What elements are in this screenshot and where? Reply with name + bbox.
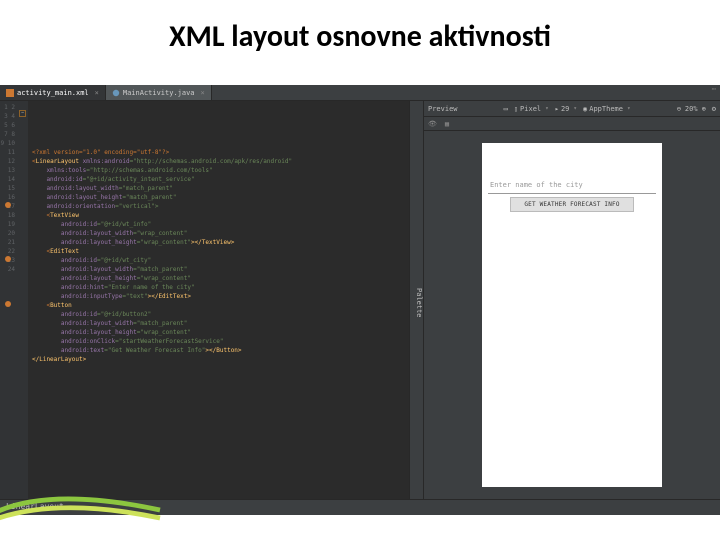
- close-icon[interactable]: ×: [95, 89, 99, 97]
- breadcrumb-bar[interactable]: LinearLayout: [0, 499, 720, 515]
- line-number-gutter: 1 2 3 4 5 6 7 8 9 10 11 12 13 14 15 16 1…: [0, 101, 18, 499]
- warning-icon: [5, 256, 11, 262]
- warning-icon: [5, 301, 11, 307]
- fold-toggle[interactable]: −: [19, 110, 26, 117]
- device-selector[interactable]: ▯ Pixel: [514, 105, 549, 113]
- tab-label: MainActivity.java: [123, 89, 195, 97]
- java-file-icon: [112, 89, 120, 97]
- palette-tool-tab[interactable]: Palette: [410, 101, 424, 499]
- api-selector[interactable]: ▸ 29: [555, 105, 577, 113]
- warning-icon: [5, 202, 11, 208]
- eye-icon[interactable]: 👁: [428, 120, 437, 128]
- preview-edittext: Enter name of the city: [488, 177, 656, 194]
- tab-main-activity-java[interactable]: MainActivity.java ×: [106, 85, 212, 100]
- preview-title: Preview: [428, 105, 458, 113]
- blueprint-icon[interactable]: ▦: [445, 120, 449, 128]
- orientation-icon[interactable]: ▭: [504, 105, 508, 113]
- preview-canvas[interactable]: Enter name of the city GET WEATHER FOREC…: [424, 131, 720, 499]
- device-frame: Enter name of the city GET WEATHER FOREC…: [482, 143, 662, 487]
- tab-label: activity_main.xml: [17, 89, 89, 97]
- preview-view-options: 👁 ▦: [424, 117, 720, 131]
- xml-file-icon: [6, 89, 14, 97]
- preview-button: GET WEATHER FORECAST INFO: [510, 197, 634, 212]
- fold-gutter: −: [18, 101, 28, 499]
- layout-preview-pane: Palette Preview ▭ ▯ Pixel ▸ 29 ◉ AppThem…: [410, 101, 720, 499]
- code-area[interactable]: <?xml version="1.0" encoding="utf-8"?> <…: [28, 101, 409, 499]
- code-editor[interactable]: 1 2 3 4 5 6 7 8 9 10 11 12 13 14 15 16 1…: [0, 101, 410, 499]
- zoom-in-button[interactable]: ⊕: [702, 105, 706, 113]
- theme-selector[interactable]: ◉ AppTheme: [583, 105, 631, 113]
- editor-tab-bar: activity_main.xml × MainActivity.java × …: [0, 85, 720, 101]
- zoom-level: 20%: [685, 105, 698, 113]
- tab-activity-main-xml[interactable]: activity_main.xml ×: [0, 85, 106, 100]
- ide-window: activity_main.xml × MainActivity.java × …: [0, 85, 720, 515]
- slide-title: XML layout osnovne aktivnosti: [0, 0, 720, 65]
- tab-overflow-icon[interactable]: ⋯: [708, 85, 720, 100]
- preview-toolbar: Preview ▭ ▯ Pixel ▸ 29 ◉ AppTheme ⊖ 20% …: [424, 101, 720, 117]
- zoom-out-button[interactable]: ⊖: [677, 105, 681, 113]
- close-icon[interactable]: ×: [201, 89, 205, 97]
- gear-icon[interactable]: ⚙: [712, 105, 716, 113]
